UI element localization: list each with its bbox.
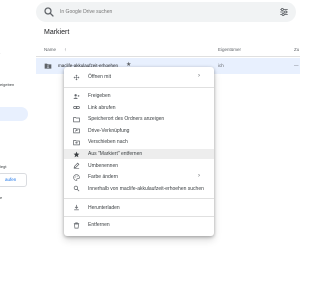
menu-item-label: Öffnen mit [88, 74, 111, 80]
column-header-last[interactable]: Zu [294, 47, 299, 52]
menu-item-rename[interactable]: Umbenennen [64, 161, 214, 171]
link-icon [73, 105, 80, 110]
shared-folder-icon [44, 63, 52, 69]
menu-item-share[interactable]: Freigeben [64, 91, 214, 101]
palette-icon [73, 173, 80, 181]
menu-item-change-color[interactable]: Farbe ändern › [64, 172, 214, 182]
menu-item-label: Innerhalb von maclife-akkulaufzeit-erhoe… [88, 185, 204, 192]
sidebar-item-shared-fragment[interactable]: eigeben [0, 82, 14, 87]
context-menu: Öffnen mit › Freigeben Link abrufen Spei… [64, 67, 214, 236]
sidebar-item-starred-active[interactable] [0, 107, 28, 121]
menu-item-label: Verschieben nach [88, 139, 128, 145]
page-title: Markiert [44, 29, 70, 36]
search-options-icon[interactable] [279, 7, 289, 17]
sidebar-item-storage-fragment: legt [0, 164, 7, 169]
buy-storage-button[interactable]: aufen [0, 173, 27, 187]
person-add-icon [73, 93, 80, 99]
search-input[interactable] [60, 5, 260, 19]
search-bar[interactable] [36, 2, 296, 22]
search-icon[interactable] [43, 6, 55, 18]
menu-item-get-link[interactable]: Link abrufen [64, 103, 214, 113]
menu-item-move-to[interactable]: Verschieben nach [64, 137, 214, 147]
menu-divider [64, 87, 214, 88]
sidebar-fragment: e [0, 195, 3, 200]
sort-arrow-up-icon[interactable]: ↑ [64, 47, 66, 52]
file-extra-column: — [294, 63, 299, 68]
search-icon [73, 185, 80, 192]
star-icon [73, 151, 80, 157]
add-shortcut-icon [73, 128, 80, 134]
trash-icon [73, 222, 80, 228]
menu-divider [64, 216, 214, 217]
menu-item-label: Freigeben [88, 93, 111, 99]
column-header-name-label: Name [44, 47, 57, 52]
menu-item-label: Umbenennen [88, 162, 119, 169]
menu-item-download[interactable]: Herunterladen [64, 203, 214, 213]
chevron-right-icon: › [198, 173, 200, 179]
menu-item-open-with[interactable]: Öffnen mit › [64, 72, 214, 82]
menu-item-label: Aus "Markiert" entfernen [88, 151, 143, 157]
menu-item-label: Speicherort des Ordners anzeigen [88, 116, 165, 122]
chevron-right-icon: › [198, 73, 200, 79]
header-divider [36, 56, 300, 57]
menu-item-label: Link abrufen [88, 104, 116, 111]
menu-item-add-shortcut[interactable]: Drive-Verknüpfung [64, 126, 214, 136]
menu-item-label: Herunterladen [88, 204, 120, 211]
menu-item-remove[interactable]: Entfernen [64, 220, 214, 230]
menu-divider [64, 198, 214, 199]
file-owner: ich [218, 63, 224, 68]
download-icon [74, 204, 79, 211]
menu-item-show-location[interactable]: Speicherort des Ordners anzeigen [64, 114, 214, 124]
menu-item-search-within[interactable]: Innerhalb von maclife-akkulaufzeit-erhoe… [64, 184, 214, 194]
menu-item-label: Farbe ändern [88, 174, 119, 180]
pencil-icon [73, 162, 80, 169]
menu-item-label: Entfernen [88, 222, 110, 228]
column-header-name[interactable]: Name ↑ [44, 47, 67, 52]
column-header-owner[interactable]: Eigentümer [218, 47, 241, 52]
move-to-icon [73, 139, 80, 145]
folder-icon [73, 116, 80, 122]
open-with-icon [73, 74, 80, 80]
menu-item-label: Drive-Verknüpfung [88, 127, 130, 134]
menu-item-remove-from-starred[interactable]: Aus "Markiert" entfernen [64, 149, 214, 159]
